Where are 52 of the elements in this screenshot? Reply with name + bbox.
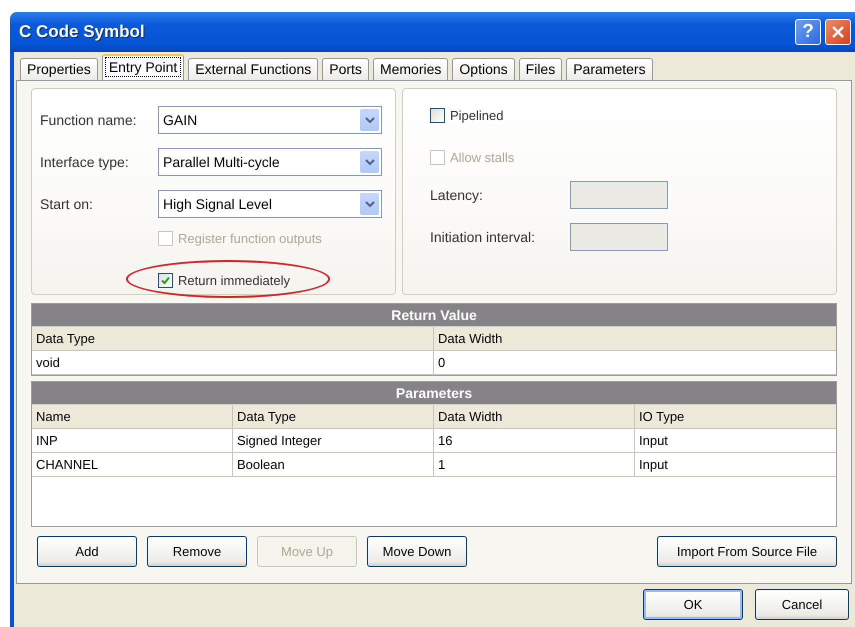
button[interactable]: Import From Source File — [657, 536, 837, 567]
button[interactable]: Cancel — [755, 589, 849, 620]
table-title: Parameters — [32, 382, 836, 405]
checkbox-label: Register function outputs — [178, 230, 322, 246]
checkbox-label: Allow stalls — [450, 150, 514, 164]
chevron-down-icon — [364, 116, 374, 124]
checkbox[interactable] — [430, 108, 445, 122]
check-icon — [161, 276, 170, 284]
tab[interactable]: Entry Point — [102, 54, 184, 80]
column-header: Data Type — [32, 327, 434, 351]
close-button[interactable] — [825, 19, 851, 45]
tab[interactable]: Memories — [372, 58, 448, 80]
column-header: IO Type — [635, 405, 836, 429]
window-title: C Code Symbol — [19, 22, 146, 42]
tab[interactable]: Properties — [20, 58, 98, 80]
field-label: Initiation interval: — [430, 229, 536, 245]
button[interactable]: Add — [37, 536, 137, 567]
dropdown[interactable]: Parallel Multi-cycle — [158, 148, 382, 176]
tab[interactable]: Options — [452, 58, 515, 80]
field-label: Start on: — [40, 196, 94, 212]
table-cell: INP — [32, 429, 233, 453]
chevron-down-icon — [364, 200, 374, 208]
dropdown[interactable]: GAIN — [158, 106, 382, 134]
chevron-down-icon — [364, 158, 374, 166]
table-cell: 0 — [434, 351, 836, 375]
tab[interactable]: Files — [518, 58, 562, 80]
button[interactable]: Remove — [147, 536, 247, 567]
table-cell: Boolean — [233, 453, 434, 477]
table-cell: 1 — [434, 453, 635, 477]
field-label: Function name: — [40, 112, 138, 128]
field-label: Latency: — [430, 187, 484, 203]
checkbox[interactable] — [158, 272, 173, 288]
table-cell: CHANNEL — [32, 453, 233, 477]
table-title: Return Value — [32, 304, 836, 327]
button[interactable]: Move Down — [367, 536, 467, 567]
close-icon — [831, 25, 845, 39]
help-button[interactable]: ? — [795, 19, 821, 45]
tab[interactable]: Ports — [322, 58, 369, 80]
table-cell: 16 — [434, 429, 635, 453]
column-header: Name — [32, 405, 233, 429]
column-header: Data Type — [233, 405, 434, 429]
checkbox-label: Return immediately — [178, 272, 290, 288]
table-cell: Signed Integer — [233, 429, 434, 453]
table-cell: void — [32, 351, 434, 375]
tab[interactable]: External Functions — [188, 58, 318, 80]
dropdown[interactable]: High Signal Level — [158, 190, 382, 218]
button[interactable]: OK — [643, 589, 743, 620]
column-header: Data Width — [434, 405, 635, 429]
tab[interactable]: Parameters — [566, 58, 653, 80]
field-label: Interface type: — [40, 154, 130, 170]
column-header: Data Width — [434, 327, 836, 351]
checkbox-label: Pipelined — [450, 108, 504, 122]
